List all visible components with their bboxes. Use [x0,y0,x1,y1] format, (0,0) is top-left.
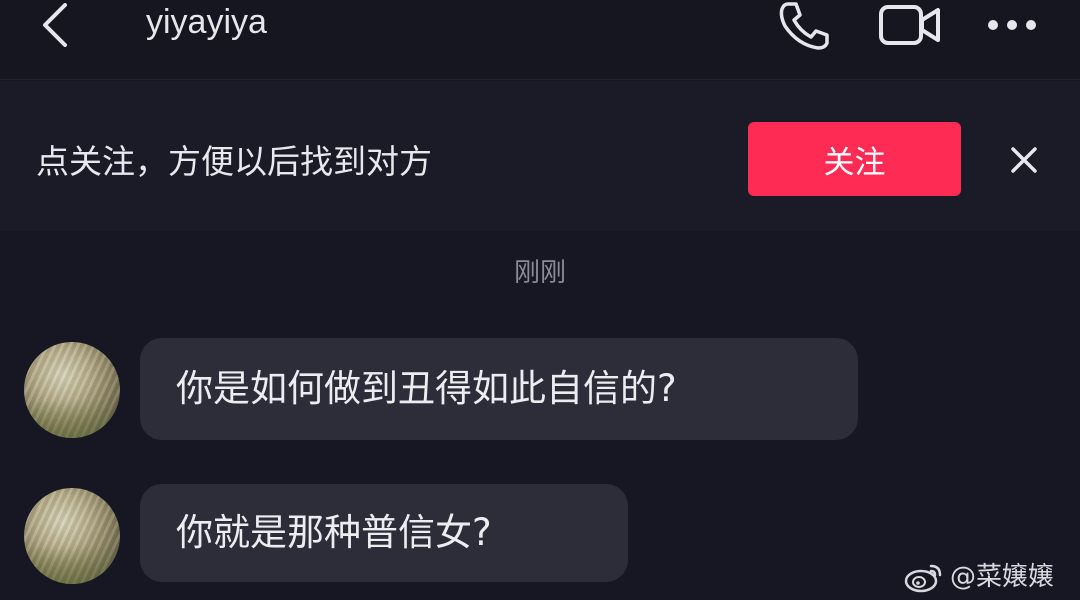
avatar[interactable] [24,342,120,438]
back-arrow-icon [43,3,67,47]
follow-button[interactable]: 关注 [748,122,961,196]
weibo-logo-icon [904,564,942,593]
chat-title: yiyayiya [146,3,267,41]
video-camera-icon [879,5,940,45]
message-bubble[interactable]: 你是如何做到丑得如此自信的? [140,338,858,440]
avatar[interactable] [24,488,120,584]
weibo-watermark: @菜嬢嬢 [904,560,1054,594]
more-icon [988,20,1036,30]
message-bubble[interactable]: 你就是那种普信女? [140,484,628,582]
message-row: 你是如何做到丑得如此自信的? [0,338,1080,442]
watermark-text: @菜嬢嬢 [949,562,1054,592]
video-call-button[interactable] [876,0,944,50]
message-timestamp: 刚刚 [513,258,566,288]
close-follow-bar-button[interactable] [1002,138,1046,182]
back-button[interactable] [34,0,74,50]
chat-header: yiyayiya [0,0,1080,80]
more-options-button[interactable] [982,0,1042,50]
close-icon [1011,147,1037,173]
phone-icon [779,2,829,50]
follow-tip-text: 点关注，方便以后找到对方 [36,142,432,181]
voice-call-button[interactable] [774,0,834,50]
